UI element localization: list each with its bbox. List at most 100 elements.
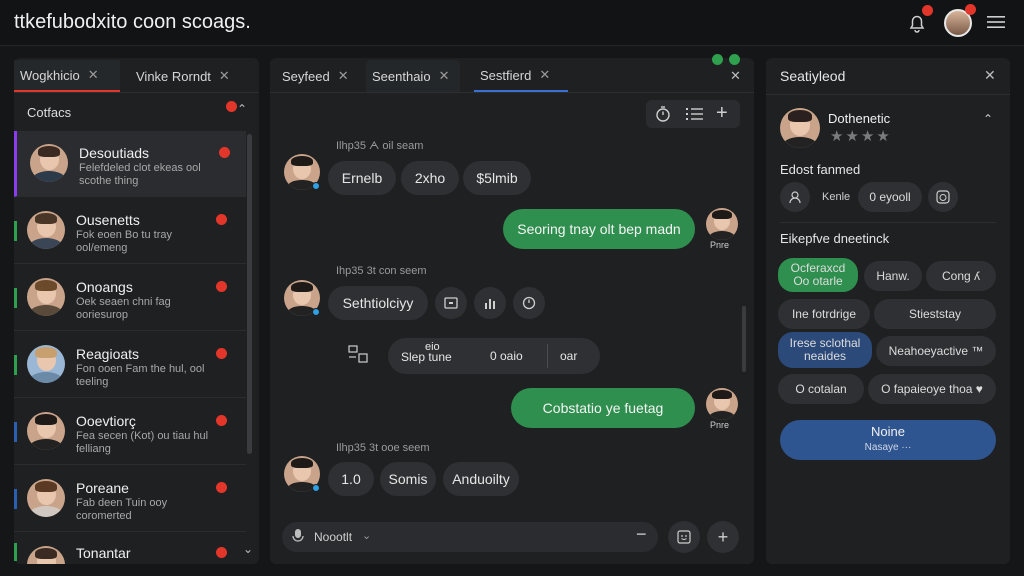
media-value: 0 oaio (490, 349, 523, 363)
tab-label: Seenthaio (372, 68, 431, 84)
close-icon[interactable]: ✕ (338, 68, 349, 84)
user-notification-dot (965, 4, 976, 15)
primary-button[interactable]: Noine Nasaye ··· (780, 420, 996, 460)
close-icon[interactable]: ✕ (539, 67, 550, 83)
tab-left-1[interactable]: Wogkhicio ✕ (14, 60, 120, 92)
reply-chip[interactable]: Somis (380, 462, 436, 496)
option-button[interactable]: Irese sclothal neaides (778, 332, 872, 368)
tab-chat-3[interactable]: Sestfierd ✕ (474, 60, 568, 92)
message-meta: Ilhp35 ᗅ oil seam (336, 140, 424, 152)
timer-icon[interactable] (928, 182, 958, 212)
close-icon[interactable]: ✕ (88, 67, 99, 83)
unread-dot (216, 482, 227, 493)
contact-name: Ooevtiorç (76, 413, 136, 429)
tab-label: Vinke Rorndt (136, 68, 211, 84)
scrollbar[interactable] (247, 134, 252, 454)
option-button[interactable]: Ocferaxcd Oo otarle (778, 258, 858, 292)
reply-chip[interactable]: Anduoilty (443, 462, 519, 496)
minus-icon[interactable]: − (636, 524, 647, 545)
contact-item[interactable]: Tonantar (14, 533, 246, 564)
divider (270, 92, 754, 93)
add-icon[interactable]: + (716, 102, 728, 125)
status-bar (14, 355, 17, 375)
reply-chip[interactable]: Ernelb (328, 161, 396, 195)
contact-preview: Fab deen Tuin ooy coromerted (76, 497, 168, 522)
contact-item[interactable]: Ooevtiorç Fea secen (Kot) ou tiau hul fe… (14, 399, 246, 465)
close-icon[interactable]: ✕ (984, 67, 996, 84)
message-meta: Ilhp35 3t ooe seem (336, 442, 430, 454)
contact-name: Ousenetts (76, 212, 140, 228)
option-button[interactable]: Neahoeyactive ™ (876, 336, 996, 366)
contact-item[interactable]: Poreane Fab deen Tuin ooy coromerted (14, 466, 246, 532)
image-icon[interactable] (435, 287, 467, 319)
chevron-up-icon[interactable]: ⌃ (237, 102, 247, 116)
outgoing-message: Cobstatio ye fuetag (511, 388, 695, 428)
contact-item[interactable]: Onoangs Oek seaen chni fag ooriesurop (14, 265, 246, 331)
reply-chip[interactable]: 2xho (401, 161, 459, 195)
contact-item[interactable]: Reagioats Fon ooen Fam the hul, ool teel… (14, 332, 246, 398)
avatar (284, 154, 320, 190)
close-icon[interactable]: ✕ (730, 68, 741, 84)
attachment-icon[interactable] (346, 342, 374, 370)
contact-preview: Fea secen (Kot) ou tiau hul felliang (76, 430, 209, 455)
status-bar (14, 422, 17, 442)
media-label: Slep tune (401, 350, 452, 364)
scrollbar[interactable] (742, 306, 746, 372)
tab-label: Wogkhicio (20, 67, 80, 83)
quick-button[interactable]: 0 eyooll (858, 182, 922, 212)
option-button[interactable]: Cong ʎ (926, 261, 996, 291)
app-title: ttkefubodxito coon scoags. (14, 11, 251, 33)
chart-icon[interactable] (474, 287, 506, 319)
option-button[interactable]: Ine fotrdrige (778, 299, 870, 329)
online-indicator (312, 484, 320, 492)
chevron-down-icon[interactable]: ⌄ (243, 542, 253, 556)
profile-name: Dothenetic (828, 111, 891, 126)
timer-icon[interactable] (654, 105, 672, 123)
top-bar: ttkefubodxito coon scoags. (0, 0, 1024, 46)
avatar (27, 412, 65, 450)
tab-left-2[interactable]: Vinke Rorndt ✕ (130, 60, 240, 92)
online-indicator (312, 182, 320, 190)
add-icon[interactable]: + (707, 521, 739, 553)
details-panel: Seatiyleod ✕ Dothenetic ★★★★ ⌃ Edost fan… (766, 58, 1010, 564)
list-icon[interactable] (686, 106, 704, 122)
avatar (706, 388, 738, 420)
reply-chip[interactable]: 1.0 (328, 462, 374, 496)
option-button[interactable]: O fapaieoye thoa ♥ (868, 374, 996, 404)
primary-sub: Nasaye ··· (864, 442, 912, 453)
chat-panel: Seyfeed ✕ Seenthaio ✕ Sestfierd ✕ ✕ + Ilhp3… (270, 54, 754, 564)
status-dot (729, 54, 740, 65)
unread-dot (216, 281, 227, 292)
chevron-up-icon[interactable]: ⌃ (983, 112, 993, 126)
rating-stars: ★★★★ (830, 128, 892, 145)
contact-item[interactable]: Ousenetts Fok eoen Bo tu tray ool/emeng (14, 198, 246, 264)
composer-label: Noootlt (314, 530, 353, 544)
contact-name: Onoangs (76, 279, 133, 295)
clock-icon[interactable] (513, 287, 545, 319)
contact-name: Tonantar (76, 545, 131, 561)
option-button[interactable]: Stieststay (874, 299, 996, 329)
menu-icon[interactable] (987, 14, 1005, 30)
message-chip[interactable]: Sethtiolciyy (328, 286, 428, 320)
close-icon[interactable]: ✕ (219, 68, 230, 84)
option-button[interactable]: O cotalan (778, 374, 864, 404)
status-bar (14, 543, 17, 561)
contact-item[interactable]: Desoutiads Felefdeled clot ekeas ool sco… (14, 131, 246, 197)
tab-chat-2[interactable]: Seenthaio ✕ (366, 60, 460, 92)
avatar (284, 280, 320, 316)
tab-chat-1[interactable]: Seyfeed ✕ (276, 60, 356, 92)
option-button[interactable]: Hanw. (864, 261, 922, 291)
avatar (27, 546, 65, 564)
notification-dot (922, 5, 933, 16)
chevron-down-icon[interactable]: ⌄ (362, 529, 371, 542)
close-icon[interactable]: ✕ (439, 68, 450, 84)
user-icon[interactable] (780, 182, 810, 212)
unread-dot (216, 348, 227, 359)
outgoing-message: Seoring tnay olt bep madn (503, 209, 695, 249)
divider (547, 344, 548, 368)
emoji-icon[interactable] (668, 521, 700, 553)
reply-chip[interactable]: $5lmib (463, 161, 531, 195)
section-heading: Eikepfve dneetinck (780, 231, 890, 246)
microphone-icon[interactable] (290, 528, 306, 544)
online-indicator (312, 308, 320, 316)
